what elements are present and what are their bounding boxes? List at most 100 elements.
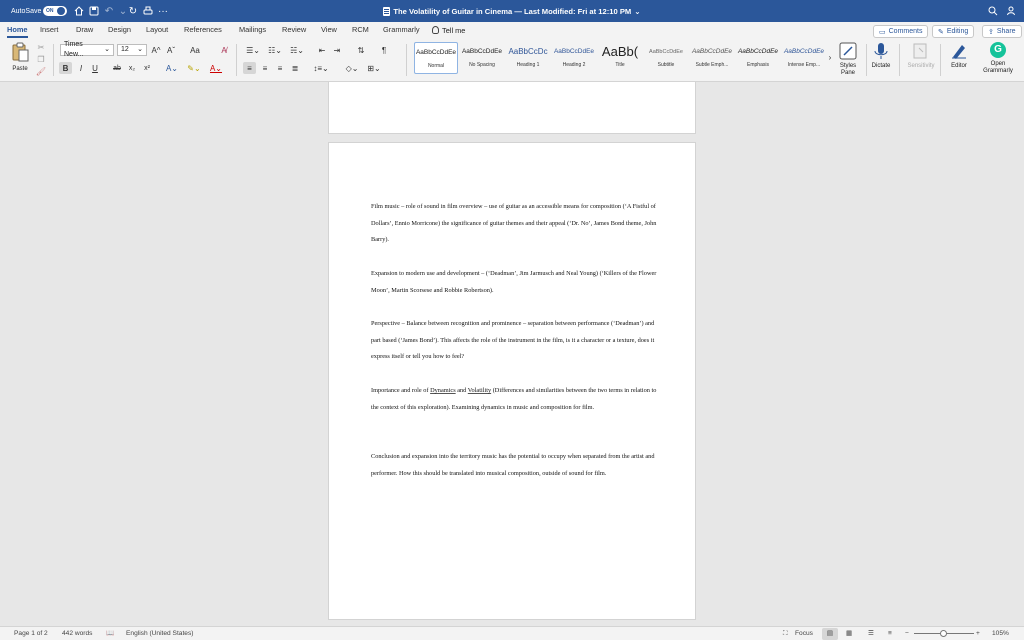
focus-label[interactable]: Focus: [795, 627, 813, 640]
paragraph-3[interactable]: Perspective – Balance between recognitio…: [371, 316, 661, 366]
change-case-button[interactable]: Aa: [187, 44, 203, 56]
style-emphasis[interactable]: AaBbCcDdEe Emphasis: [736, 42, 780, 74]
zoom-level[interactable]: 105%: [992, 627, 1009, 640]
more-icon[interactable]: ···: [156, 4, 170, 18]
undo-icon[interactable]: ↶: [102, 4, 116, 18]
grow-font-button[interactable]: A^: [150, 44, 162, 56]
font-name-dropdown[interactable]: Times New...: [60, 41, 114, 58]
zoom-slider-knob[interactable]: [940, 630, 947, 637]
zoom-in-button[interactable]: +: [976, 627, 980, 640]
justify-icon[interactable]: ≣: [289, 62, 301, 74]
styles-pane-icon: [839, 42, 857, 60]
decrease-indent-icon[interactable]: ⇤: [316, 44, 328, 56]
outline-view-icon[interactable]: ☰: [868, 627, 874, 640]
save-icon[interactable]: [87, 4, 101, 18]
format-painter-icon[interactable]: 🖌: [36, 66, 46, 76]
paste-button[interactable]: Paste: [8, 42, 32, 72]
cut-icon[interactable]: ✂: [36, 42, 46, 52]
font-color-icon[interactable]: A⌄: [207, 62, 225, 74]
tab-home[interactable]: Home: [7, 22, 28, 38]
bold-button[interactable]: B: [59, 62, 72, 74]
document-page-2[interactable]: Film music – role of sound in film overv…: [328, 142, 696, 620]
document-page-1[interactable]: [328, 82, 696, 134]
clipboard-icon: [12, 42, 29, 62]
styles-pane-button[interactable]: Styles Pane: [830, 42, 866, 77]
subscript-button[interactable]: x₂: [126, 62, 138, 74]
tab-mailings[interactable]: Mailings: [239, 22, 266, 38]
shrink-font-button[interactable]: Aˇ: [165, 44, 177, 56]
strikethrough-button[interactable]: ab: [110, 62, 124, 74]
tell-me-search[interactable]: Tell me: [432, 22, 465, 38]
comments-button[interactable]: ▭ Comments: [873, 25, 929, 38]
dictate-button[interactable]: Dictate: [863, 42, 899, 69]
italic-button[interactable]: I: [75, 62, 87, 74]
bullets-icon[interactable]: ☰⌄: [243, 44, 263, 56]
style-title[interactable]: AaBb( Title: [598, 42, 642, 74]
highlight-icon[interactable]: ✎⌄: [185, 62, 203, 74]
tab-references[interactable]: References: [184, 22, 222, 38]
tab-layout[interactable]: Layout: [146, 22, 168, 38]
home-icon[interactable]: [72, 4, 86, 18]
zoom-out-button[interactable]: −: [905, 627, 909, 640]
editing-mode-button[interactable]: ✎ Editing: [932, 25, 975, 38]
increase-indent-icon[interactable]: ⇥: [331, 44, 343, 56]
style-no-spacing[interactable]: AaBbCcDdEe No Spacing: [460, 42, 504, 74]
style-intense-emphasis[interactable]: AaBbCcDdEe Intense Emp...: [782, 42, 826, 74]
paragraph-5[interactable]: Conclusion and expansion into the territ…: [371, 449, 661, 482]
tab-view[interactable]: View: [321, 22, 337, 38]
text-effects-icon[interactable]: A⌄: [164, 62, 180, 74]
refresh-icon[interactable]: ↻: [126, 4, 140, 18]
tab-insert[interactable]: Insert: [40, 22, 58, 38]
tab-grammarly[interactable]: Grammarly: [383, 22, 420, 38]
paragraph-1[interactable]: Film music – role of sound in film overv…: [371, 199, 661, 249]
tab-design[interactable]: Design: [108, 22, 131, 38]
shading-icon[interactable]: ◇⌄: [343, 62, 361, 74]
align-right-icon[interactable]: ≡: [274, 62, 286, 74]
page-count[interactable]: Page 1 of 2: [14, 627, 48, 640]
tab-draw[interactable]: Draw: [76, 22, 93, 38]
print-layout-icon[interactable]: ▤: [822, 628, 838, 640]
show-marks-button[interactable]: ¶: [378, 44, 390, 56]
editor-button[interactable]: Editor: [941, 42, 977, 69]
autosave-toggle[interactable]: ON: [43, 6, 67, 16]
sensitivity-button[interactable]: Sensitivity: [903, 42, 939, 69]
style-normal[interactable]: AaBbCcDdEe Normal: [414, 42, 458, 74]
sort-icon[interactable]: ⇅: [354, 44, 368, 56]
style-heading-1[interactable]: AaBbCcDc Heading 1: [506, 42, 550, 74]
tab-review[interactable]: Review: [282, 22, 306, 38]
style-subtitle[interactable]: AaBbCcDdEe Subtitle: [644, 42, 688, 74]
document-canvas[interactable]: Film music – role of sound in film overv…: [0, 82, 1024, 626]
style-heading-2[interactable]: AaBbCcDdEe Heading 2: [552, 42, 596, 74]
document-title-button[interactable]: The Volatility of Guitar in Cinema — Las…: [383, 6, 641, 16]
focus-icon[interactable]: ⛶: [783, 627, 788, 640]
line-spacing-icon[interactable]: ↕≡⌄: [311, 62, 331, 74]
microphone-icon: [874, 43, 888, 59]
borders-icon[interactable]: ⊞⌄: [364, 62, 384, 74]
text-run: Importance and role of: [371, 387, 431, 394]
draft-view-icon[interactable]: ≡: [888, 627, 892, 640]
paragraph-2[interactable]: Expansion to modern use and development …: [371, 266, 661, 299]
proofing-icon[interactable]: 📖: [106, 627, 114, 640]
style-subtle-emphasis[interactable]: AaBbCcDdEe Subtle Emph...: [690, 42, 734, 74]
share-person-icon[interactable]: [1005, 4, 1019, 18]
web-layout-icon[interactable]: ▦: [846, 627, 852, 640]
multilevel-list-icon[interactable]: ☵⌄: [287, 44, 307, 56]
print-icon[interactable]: [141, 4, 155, 18]
font-size-dropdown[interactable]: 12: [117, 44, 147, 56]
superscript-button[interactable]: x²: [141, 62, 153, 74]
clear-formatting-icon[interactable]: A̸: [218, 44, 230, 56]
open-grammarly-button[interactable]: G Open Grammarly: [978, 42, 1018, 75]
language-label[interactable]: English (United States): [126, 627, 193, 640]
align-left-icon[interactable]: ≡: [243, 62, 256, 74]
tab-rcm[interactable]: RCM: [352, 22, 369, 38]
share-button[interactable]: ⇪ Share: [982, 25, 1022, 38]
copy-icon[interactable]: ❐: [36, 54, 46, 64]
numbering-icon[interactable]: ☷⌄: [265, 44, 285, 56]
word-count[interactable]: 442 words: [62, 627, 92, 640]
search-icon[interactable]: [986, 4, 1000, 18]
underline-button[interactable]: U: [89, 62, 101, 74]
toggle-knob: [57, 7, 65, 15]
align-center-icon[interactable]: ≡: [259, 62, 271, 74]
paragraph-4[interactable]: Importance and role of Dynamics and Vola…: [371, 383, 661, 416]
autosave-label: AutoSave: [11, 7, 42, 15]
